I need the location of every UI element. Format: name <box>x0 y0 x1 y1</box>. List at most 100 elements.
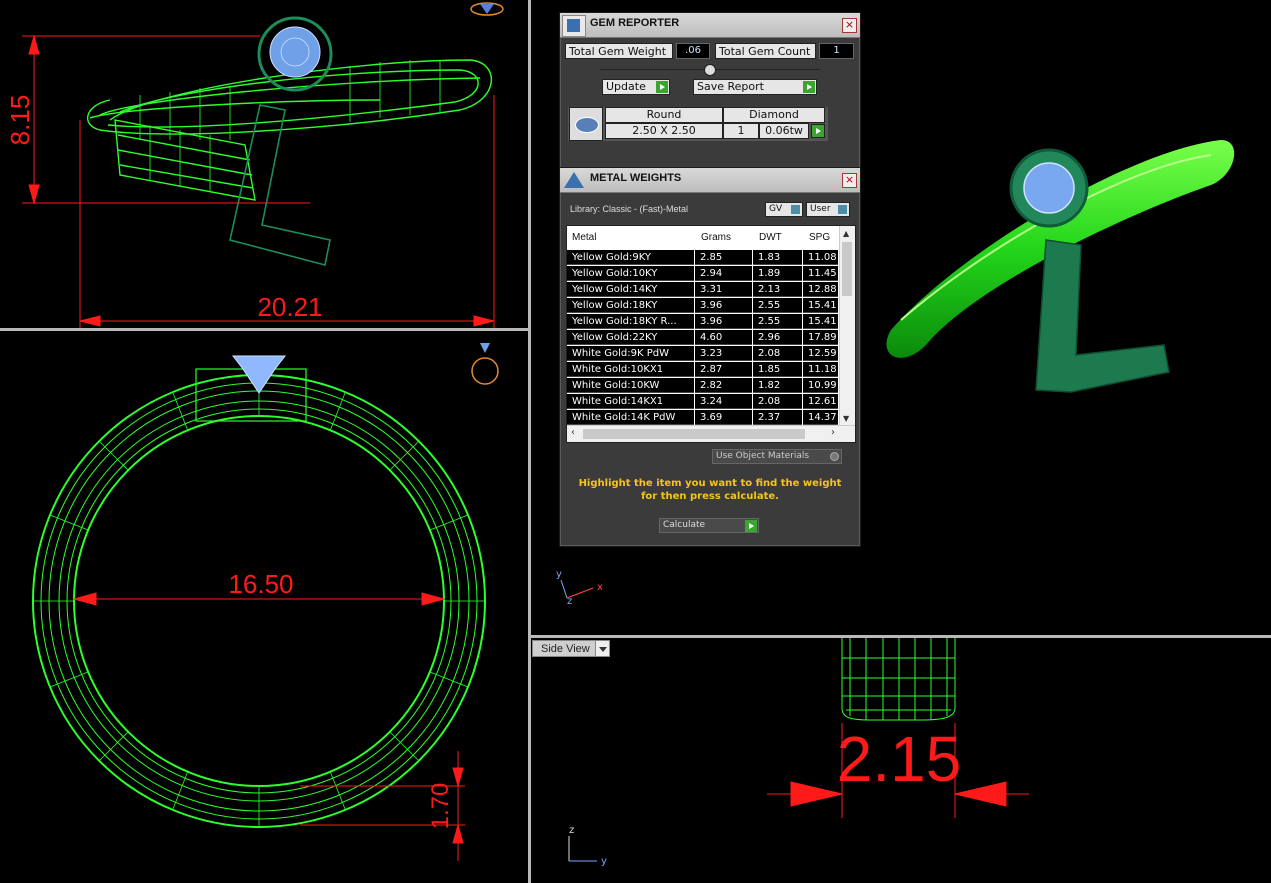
ring-view-icon-2[interactable] <box>471 343 499 385</box>
save-report-button[interactable]: Save Report <box>693 79 817 95</box>
grams-cell: 2.94 <box>695 266 752 281</box>
total-gem-count-label: Total Gem Count <box>715 43 816 59</box>
grams-cell: 4.60 <box>695 330 752 345</box>
spg-cell: 14.37 <box>803 410 838 425</box>
axis-x-label: x <box>597 582 603 593</box>
grams-cell: 2.85 <box>695 250 752 265</box>
dwt-cell: 2.55 <box>753 298 802 313</box>
dwt-cell: 2.08 <box>753 394 802 409</box>
metal-name-cell: Yellow Gold:18KY R... <box>567 314 694 329</box>
dwt-cell: 2.13 <box>753 282 802 297</box>
ring-side-view-drawing: 2.15 z y <box>568 638 1029 867</box>
save-report-button-label: Save Report <box>697 80 764 93</box>
table-row[interactable]: Yellow Gold:14KY 3.31 2.13 12.88 <box>567 282 839 298</box>
gem-reporter-titlebar[interactable]: GEM REPORTER × <box>560 13 860 38</box>
library-label: Library: Classic - (Fast)-Metal <box>570 204 689 214</box>
table-row[interactable]: White Gold:9K PdW 3.23 2.08 12.59 <box>567 346 839 362</box>
chevron-down-icon[interactable]: ▼ <box>843 414 849 423</box>
hscrollbar-thumb[interactable] <box>583 429 805 439</box>
user-toggle[interactable]: User <box>806 202 850 217</box>
side-band-wireframe <box>841 638 956 721</box>
spg-cell: 11.08 <box>803 250 838 265</box>
user-toggle-label: User <box>810 204 831 214</box>
gem-reporter-title: GEM REPORTER <box>590 17 680 29</box>
table-row[interactable]: Yellow Gold:18KY 3.96 2.55 15.41 <box>567 298 839 314</box>
total-gem-count-value[interactable]: 1 <box>819 43 854 59</box>
spg-cell: 12.59 <box>803 346 838 361</box>
radio-icon <box>830 452 839 461</box>
dim-thickness-label: 1.70 <box>427 783 454 830</box>
update-button-label: Update <box>606 80 646 93</box>
chevron-down-icon[interactable] <box>595 641 609 656</box>
grams-cell: 3.69 <box>695 410 752 425</box>
gem-report-icon <box>562 15 586 37</box>
band-wireframe <box>87 59 493 201</box>
metal-name-cell: Yellow Gold:18KY <box>567 298 694 313</box>
metal-weights-titlebar[interactable]: METAL WEIGHTS × <box>560 168 860 193</box>
spg-cell: 15.41 <box>803 314 838 329</box>
dwt-cell: 1.85 <box>753 362 802 377</box>
gv-toggle-label: GV <box>769 204 783 214</box>
column-header-dwt[interactable]: DWT <box>759 232 782 243</box>
metal-weights-panel[interactable]: METAL WEIGHTS × Library: Classic - (Fast… <box>559 167 861 547</box>
gem-row[interactable]: Round Diamond 2.50 X 2.50 1 0.06tw <box>568 107 828 141</box>
gem-row-play-icon[interactable] <box>811 124 825 138</box>
slider-handle[interactable] <box>704 64 716 76</box>
spg-cell: 12.88 <box>803 282 838 297</box>
gem-shape-cell: Round <box>605 107 723 123</box>
diameter-dimension <box>72 592 465 861</box>
metal-weights-table[interactable]: Metal Grams DWT SPG Yellow Gold:9KY 2.85 1… <box>566 225 856 443</box>
table-row[interactable]: White Gold:10KW 2.82 1.82 10.99 <box>567 378 839 394</box>
dwt-cell: 2.96 <box>753 330 802 345</box>
dwt-cell: 2.37 <box>753 410 802 425</box>
dwt-cell: 2.55 <box>753 314 802 329</box>
ring-top-view-drawing: 8.15 20.21 <box>5 2 504 328</box>
close-icon[interactable]: × <box>842 173 857 188</box>
dim-width-label: 2.15 <box>837 723 962 795</box>
metal-name-cell: White Gold:14K PdW <box>567 410 694 425</box>
table-row[interactable]: Yellow Gold:9KY 2.85 1.83 11.08 <box>567 250 839 266</box>
chevron-right-icon[interactable]: › <box>831 427 835 438</box>
spg-cell: 11.18 <box>803 362 838 377</box>
table-row[interactable]: White Gold:14KX1 3.24 2.08 12.61 <box>567 394 839 410</box>
close-icon[interactable]: × <box>842 18 857 33</box>
gem-reporter-panel[interactable]: GEM REPORTER × Total Gem Weight .06 Tota… <box>559 12 861 170</box>
dwt-cell: 2.08 <box>753 346 802 361</box>
gv-toggle[interactable]: GV <box>765 202 803 217</box>
metal-weights-icon <box>562 170 584 190</box>
use-object-materials-toggle[interactable]: Use Object Materials <box>712 449 842 464</box>
column-header-grams[interactable]: Grams <box>701 232 731 243</box>
vertical-scrollbar[interactable]: ▲ ▼ <box>839 226 855 426</box>
dwt-cell: 1.82 <box>753 378 802 393</box>
viewport-bottom-left[interactable]: 16.50 1.70 <box>0 331 528 883</box>
chevron-left-icon[interactable]: ‹ <box>571 427 575 438</box>
grams-cell: 2.82 <box>695 378 752 393</box>
metal-name-cell: White Gold:10KW <box>567 378 694 393</box>
table-row[interactable]: Yellow Gold:18KY R... 3.96 2.55 15.41 <box>567 314 839 330</box>
spg-cell: 11.45 <box>803 266 838 281</box>
column-header-spg[interactable]: SPG <box>809 232 830 243</box>
horizontal-scrollbar[interactable]: ‹ › <box>567 425 855 442</box>
metal-name-cell: White Gold:9K PdW <box>567 346 694 361</box>
toggle-indicator-icon <box>838 205 847 214</box>
total-gem-weight-value[interactable]: .06 <box>676 43 710 59</box>
axis-z-label-side: z <box>569 825 574 836</box>
update-button[interactable]: Update <box>602 79 670 95</box>
table-row[interactable]: Yellow Gold:10KY 2.94 1.89 11.45 <box>567 266 839 282</box>
play-arrow-icon <box>803 81 815 93</box>
chevron-up-icon[interactable]: ▲ <box>843 229 849 238</box>
viewport-top-left[interactable]: 8.15 20.21 <box>0 0 528 328</box>
table-row[interactable]: White Gold:10KX1 2.87 1.85 11.18 <box>567 362 839 378</box>
play-arrow-icon <box>656 81 668 93</box>
scrollbar-thumb[interactable] <box>842 242 852 296</box>
calculate-button[interactable]: Calculate <box>659 518 759 533</box>
dwt-cell: 1.83 <box>753 250 802 265</box>
grams-cell: 3.96 <box>695 298 752 313</box>
table-row[interactable]: White Gold:14K PdW 3.69 2.37 14.37 <box>567 410 839 426</box>
table-row[interactable]: Yellow Gold:22KY 4.60 2.96 17.89 <box>567 330 839 346</box>
side-view-dropdown[interactable]: Side View <box>532 640 610 657</box>
viewport-bottom-right[interactable]: 2.15 z y <box>531 638 1271 883</box>
column-header-metal[interactable]: Metal <box>572 232 596 243</box>
letter-l-outline <box>229 104 331 266</box>
ring-view-icon[interactable] <box>470 2 504 16</box>
